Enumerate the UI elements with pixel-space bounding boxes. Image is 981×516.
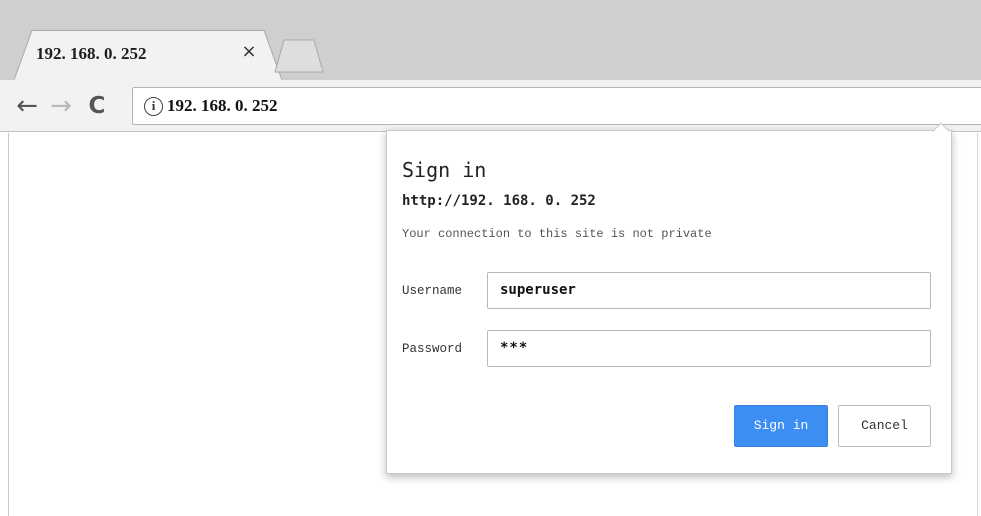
dialog-origin: http://192. 168. 0. 252 — [402, 193, 596, 209]
connection-warning: Your connection to this site is not priv… — [402, 227, 712, 241]
password-field[interactable]: *** — [487, 330, 931, 367]
page-left-border — [8, 133, 9, 516]
new-tab-icon[interactable] — [274, 39, 324, 73]
close-tab-icon[interactable]: × — [238, 41, 260, 63]
dialog-title: Sign in — [402, 158, 487, 182]
tab-title: 192. 168. 0. 252 — [36, 44, 147, 63]
username-field[interactable]: superuser — [487, 272, 931, 309]
username-label: Username — [402, 284, 463, 298]
page-scrollbar-edge — [977, 133, 978, 516]
sign-in-button[interactable]: Sign in — [734, 405, 828, 447]
cancel-button[interactable]: Cancel — [838, 405, 931, 447]
reload-icon[interactable]: C — [82, 90, 112, 122]
forward-arrow-icon[interactable]: → — [46, 90, 76, 122]
password-label: Password — [402, 342, 463, 356]
url-text[interactable]: 192. 168. 0. 252 — [167, 96, 278, 116]
back-arrow-icon[interactable]: ← — [12, 90, 42, 122]
info-icon[interactable]: i — [144, 97, 163, 116]
